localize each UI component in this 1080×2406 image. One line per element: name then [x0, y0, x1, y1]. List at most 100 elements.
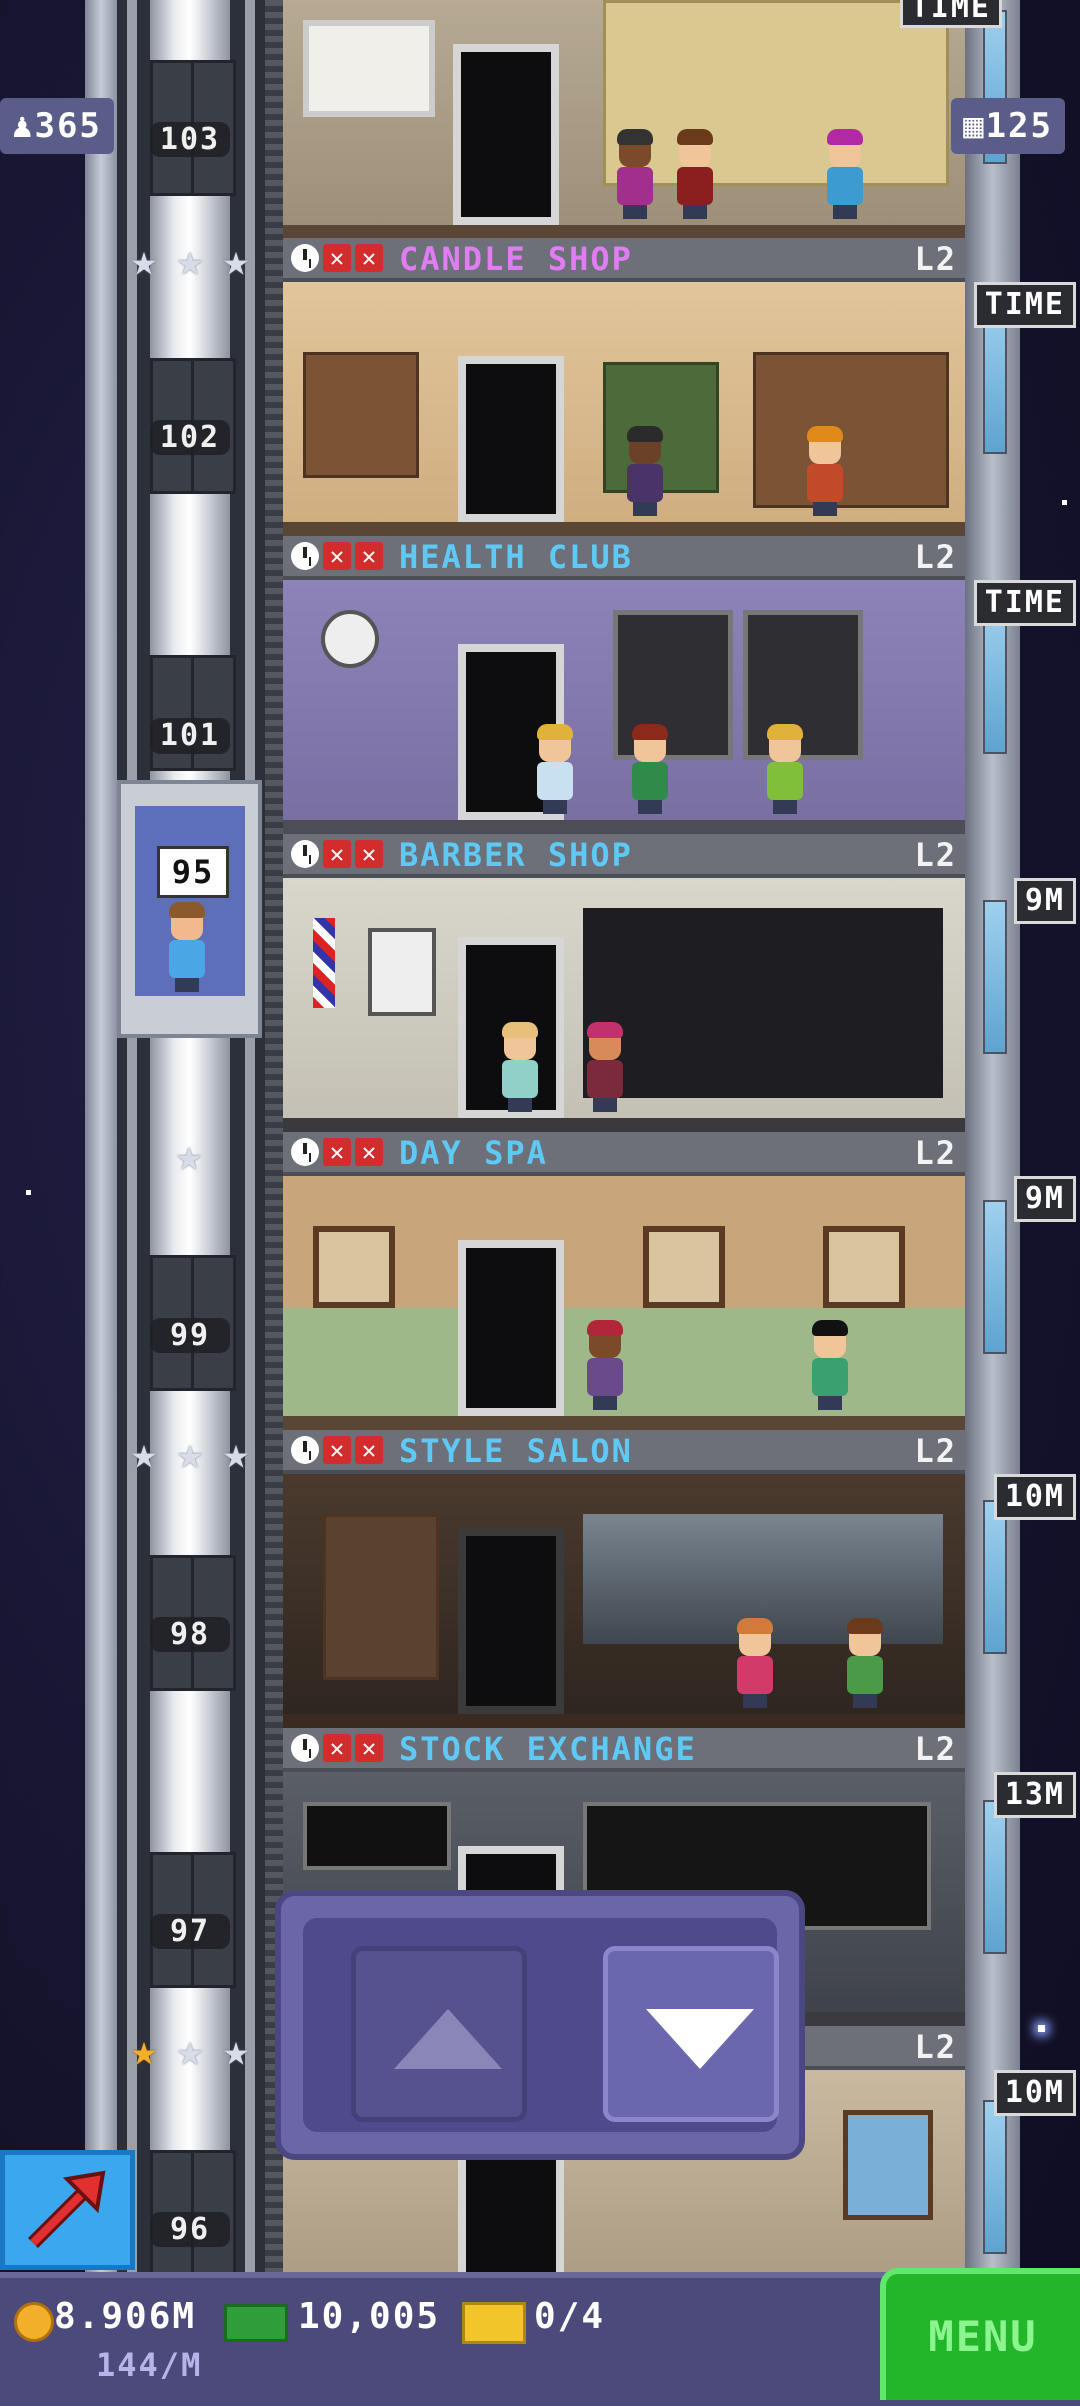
clock-icon: [291, 542, 319, 570]
empty-slot-x-icon: ✕: [323, 1436, 351, 1464]
floor-level: L2: [914, 836, 957, 874]
empty-slot-x-icon: ✕: [355, 1436, 383, 1464]
clock-icon: [291, 840, 319, 868]
ticket-icon: [462, 2302, 526, 2344]
tickets-value: 0/4: [534, 2296, 606, 2337]
gold-star-icon: ★: [130, 2025, 158, 2076]
up-arrow-icon: [394, 2009, 502, 2069]
floor-name: BARBER SHOP: [399, 836, 633, 874]
floor-name: DAY SPA: [399, 1134, 548, 1172]
background-star: [26, 1190, 31, 1195]
shaft-floor-number: 97: [150, 1914, 230, 1949]
empty-slot-x-icon: ✕: [323, 244, 351, 272]
elevator-floor-indicator: 95: [157, 846, 229, 898]
menu-button[interactable]: MENU: [880, 2268, 1080, 2400]
shaft-floor-number: 99: [150, 1318, 230, 1353]
floor-star-rating: ★ ★ ★: [123, 235, 257, 286]
star-icon: ★: [130, 1428, 158, 1479]
floor-103-timer-tag: TIME: [899, 0, 1002, 28]
floor-status-icons: ✕ ✕: [291, 1734, 383, 1762]
elevator-car[interactable]: 95: [117, 780, 262, 1038]
empty-slot-x-icon: ✕: [323, 542, 351, 570]
floor-timer-tag: 10M: [993, 2070, 1076, 2116]
star-icon: ★: [176, 1428, 204, 1479]
coins-value: 8.906M: [54, 2296, 197, 2337]
clock-icon: [291, 1138, 319, 1166]
elevator-up-button[interactable]: [351, 1946, 527, 2122]
floor-timer-tag: 10M: [993, 1474, 1076, 1520]
share-arrow-icon: [28, 2170, 106, 2248]
shaft-floor-number: 98: [150, 1617, 230, 1652]
floor-star-rating: ★ ★ ★: [123, 1428, 257, 1479]
share-button[interactable]: [0, 2150, 135, 2270]
floor-barber-shop[interactable]: ✕ ✕ BARBER SHOP L2: [283, 834, 965, 1132]
population-badge[interactable]: ♟365: [0, 98, 114, 154]
floor-level: L2: [914, 1134, 957, 1172]
empty-slot-x-icon: ✕: [355, 542, 383, 570]
star-icon: ★: [176, 2025, 204, 2076]
star-icon: ★: [222, 2025, 250, 2076]
empty-slot-x-icon: ✕: [323, 1734, 351, 1762]
empty-slot-x-icon: ✕: [355, 244, 383, 272]
floor-103[interactable]: [283, 0, 965, 238]
floor-status-icons: ✕ ✕: [291, 840, 383, 868]
floors-badge[interactable]: ▦125: [951, 98, 1065, 154]
floor-candle-shop[interactable]: ✕ ✕ CANDLE SHOP L2: [283, 238, 965, 536]
elevator-passenger: [165, 902, 209, 992]
floor-name: STOCK EXCHANGE: [399, 1730, 697, 1768]
floor-timer-tag: 9M: [1013, 1176, 1076, 1222]
floor-day-spa[interactable]: ✕ ✕ DAY SPA L2: [283, 1132, 965, 1430]
floor-star-rating: ★ ★ ★: [123, 2025, 257, 2076]
shaft-floor-number: 96: [150, 2212, 230, 2247]
background-star: [1038, 2025, 1045, 2032]
shaft-floor-number: 102: [150, 420, 230, 455]
coin-icon: [14, 2302, 54, 2342]
star-icon: ★: [176, 235, 204, 286]
floor-status-icons: ✕ ✕: [291, 1138, 383, 1166]
empty-slot-x-icon: ✕: [355, 1138, 383, 1166]
elevator-control-panel: [275, 1890, 805, 2160]
floor-level: L2: [914, 240, 957, 278]
floor-level: L2: [914, 1730, 957, 1768]
empty-slot-x-icon: ✕: [355, 840, 383, 868]
floor-status-icons: ✕ ✕: [291, 244, 383, 272]
person-icon: ♟: [12, 106, 35, 146]
floor-health-club[interactable]: ✕ ✕ HEALTH CLUB L2: [283, 536, 965, 834]
tower-frame-left: [85, 0, 117, 2280]
elevator-cab: [135, 806, 245, 996]
shaft-floor-number: 101: [150, 718, 230, 754]
floor-timer-tag: 9M: [1013, 878, 1076, 924]
floor-status-icons: ✕ ✕: [291, 1436, 383, 1464]
star-icon: ★: [130, 235, 158, 286]
income-rate: 144/M: [96, 2346, 203, 2384]
floor-timer-tag: TIME: [973, 580, 1076, 626]
tower-frame-right: [965, 0, 1020, 2280]
bux-icon: [224, 2304, 288, 2342]
floor-status-icons: ✕ ✕: [291, 542, 383, 570]
floor-timer-tag: 13M: [993, 1772, 1076, 1818]
floor-star-rating: ★: [168, 1130, 210, 1181]
empty-slot-x-icon: ✕: [323, 840, 351, 868]
floor-name: STYLE SALON: [399, 1432, 633, 1470]
clock-icon: [291, 244, 319, 272]
empty-slot-x-icon: ✕: [323, 1138, 351, 1166]
background-star: [1062, 500, 1067, 505]
empty-slot-x-icon: ✕: [355, 1734, 383, 1762]
floor-level: L2: [914, 2028, 957, 2066]
bux-value: 10,005: [298, 2296, 441, 2337]
building-icon: ▦: [963, 106, 986, 146]
clock-icon: [291, 1734, 319, 1762]
star-icon: ★: [222, 1428, 250, 1479]
floor-level: L2: [914, 1432, 957, 1470]
floor-name: HEALTH CLUB: [399, 538, 633, 576]
floor-timer-tag: TIME: [973, 282, 1076, 328]
star-icon: ★: [175, 1130, 203, 1181]
star-icon: ★: [222, 235, 250, 286]
clock-icon: [291, 1436, 319, 1464]
shaft-floor-number: 103: [150, 122, 230, 157]
down-arrow-icon: [646, 2009, 754, 2069]
floor-style-salon[interactable]: ✕ ✕ STYLE SALON L2: [283, 1430, 965, 1728]
floor-name: CANDLE SHOP: [399, 240, 633, 278]
floor-level: L2: [914, 538, 957, 576]
elevator-down-button[interactable]: [603, 1946, 779, 2122]
